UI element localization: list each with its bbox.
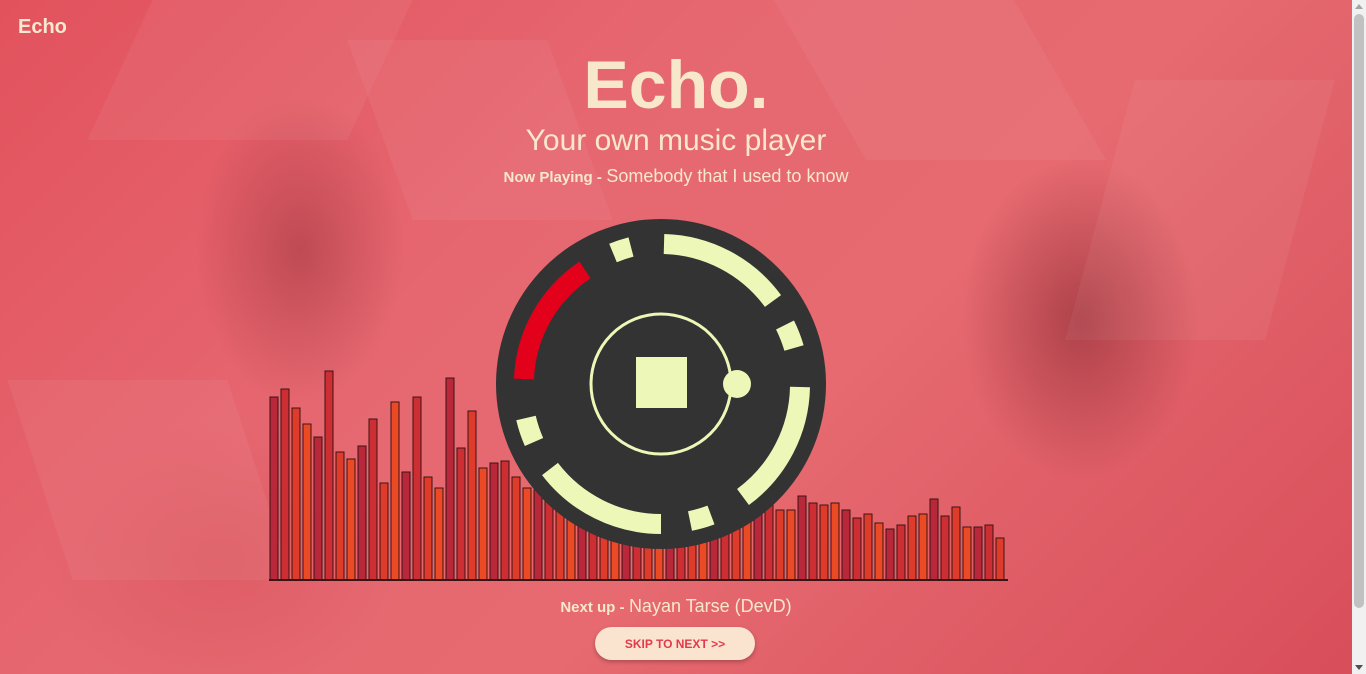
- visualizer-bar: [874, 522, 884, 581]
- visualizer-bar: [962, 526, 972, 581]
- visualizer-bar: [335, 451, 345, 581]
- now-playing-label: Now Playing -: [503, 169, 602, 186]
- ring-segment: [609, 237, 634, 263]
- skip-to-next-button[interactable]: SKIP TO NEXT >>: [595, 627, 755, 660]
- visualizer-bar: [852, 517, 862, 581]
- vertical-scrollbar[interactable]: [1352, 0, 1366, 674]
- visualizer-bar: [313, 436, 323, 581]
- visualizer-bar: [984, 524, 994, 581]
- visualizer-bar: [368, 418, 378, 581]
- ring-segment: [687, 505, 715, 531]
- visualizer-baseline: [269, 579, 1008, 581]
- visualizer-bar: [973, 526, 983, 581]
- visualizer-bar: [951, 506, 961, 581]
- visualizer-bar: [434, 487, 444, 581]
- chevron-down-icon[interactable]: [1355, 665, 1363, 670]
- visualizer-bar: [445, 377, 455, 581]
- visualizer-bar: [918, 513, 928, 581]
- player-disc[interactable]: [496, 219, 826, 549]
- visualizer-bar: [896, 524, 906, 581]
- visualizer-bar: [379, 482, 389, 581]
- visualizer-bar: [995, 537, 1005, 581]
- visualizer-bar: [456, 447, 466, 581]
- scrollbar-thumb[interactable]: [1354, 14, 1364, 608]
- visualizer-bar: [929, 498, 939, 581]
- visualizer-bar: [280, 388, 290, 581]
- hero-subtitle: Your own music player: [525, 124, 827, 157]
- now-playing-song: Somebody that I used to know: [606, 166, 849, 186]
- now-playing: Now Playing - Somebody that I used to kn…: [0, 166, 1352, 187]
- visualizer-bar: [423, 476, 433, 581]
- visualizer-bar: [467, 410, 477, 581]
- visualizer-bar: [863, 513, 873, 581]
- visualizer-bar: [478, 467, 488, 581]
- visualizer-bar: [885, 528, 895, 581]
- visualizer-bar: [830, 502, 840, 581]
- next-up: Next up - Nayan Tarse (DevD): [0, 596, 1352, 617]
- visualizer-bar: [291, 407, 301, 581]
- visualizer-bar: [401, 471, 411, 581]
- visualizer-bar: [324, 370, 334, 581]
- chevron-up-icon[interactable]: [1355, 4, 1363, 9]
- hero-title: Echo.: [583, 47, 769, 123]
- stop-icon[interactable]: [636, 357, 687, 408]
- visualizer-bar: [841, 509, 851, 581]
- ring-segment: [775, 320, 804, 351]
- brand-logo[interactable]: Echo: [18, 16, 67, 39]
- visualizer-bar: [357, 445, 367, 581]
- background-facet: [7, 380, 293, 580]
- next-up-label: Next up -: [560, 599, 625, 616]
- visualizer-bar: [302, 423, 312, 581]
- visualizer-bar: [269, 396, 279, 581]
- visualizer-bar: [346, 458, 356, 581]
- visualizer-bar: [412, 396, 422, 581]
- visualizer-bar: [907, 515, 917, 581]
- ring-segment: [516, 415, 544, 447]
- next-up-song: Nayan Tarse (DevD): [628, 596, 792, 616]
- playhead-knob[interactable]: [723, 370, 751, 398]
- visualizer-bar: [940, 515, 950, 581]
- visualizer-bar: [390, 401, 400, 581]
